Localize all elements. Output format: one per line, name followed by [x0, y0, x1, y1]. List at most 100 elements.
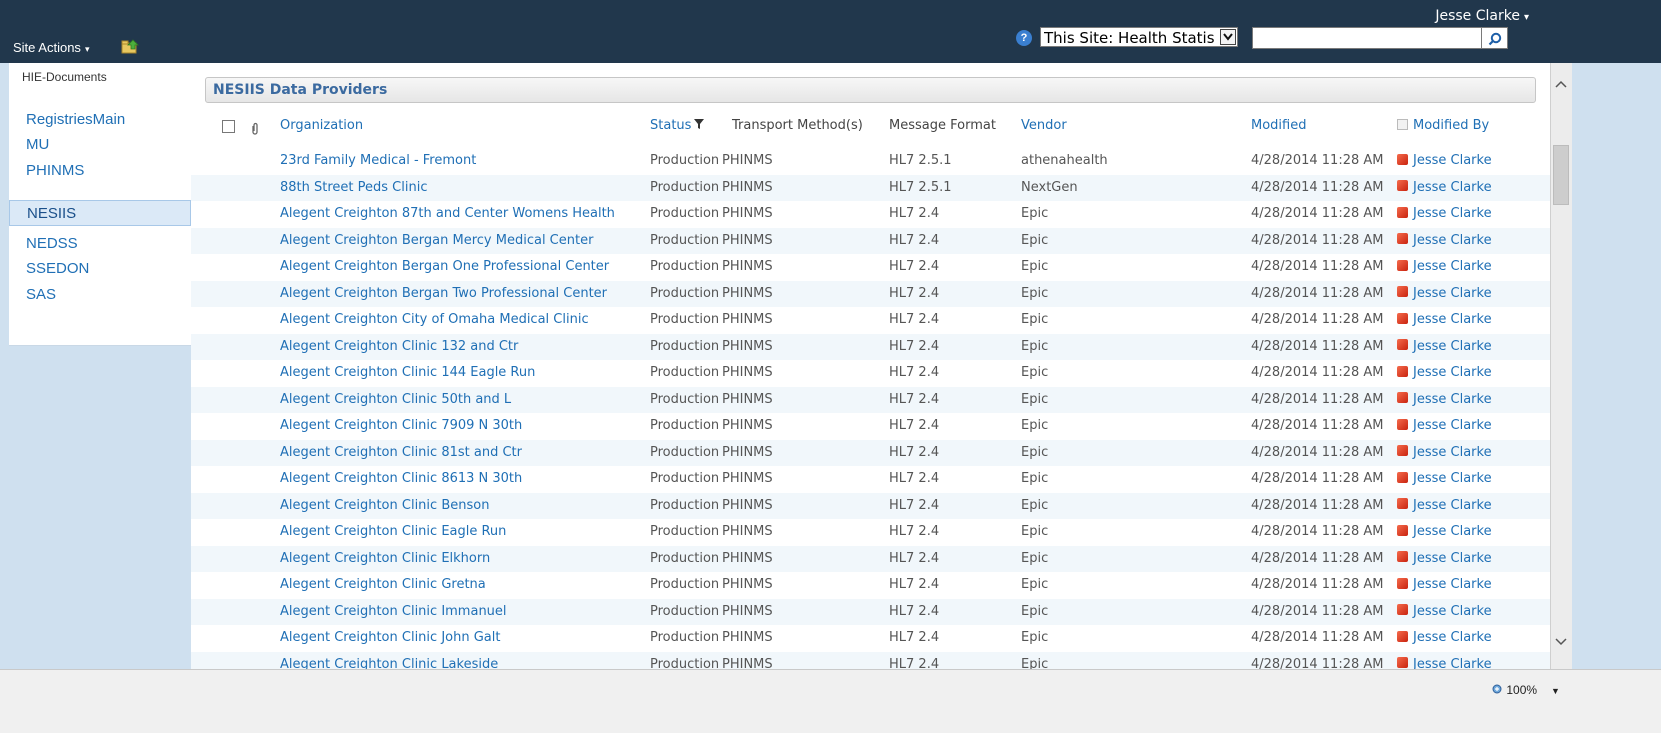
sidebar-item-nesiis[interactable]: NESIIS	[9, 200, 191, 226]
organization-link[interactable]: Alegent Creighton Clinic John Galt	[280, 630, 500, 645]
column-header-organization[interactable]: Organization	[280, 118, 363, 133]
table-row[interactable]: Alegent Creighton City of Omaha Medical …	[191, 307, 1550, 334]
modified-by-cell[interactable]: Jesse Clarke	[1397, 365, 1492, 380]
presence-icon[interactable]	[1397, 339, 1408, 350]
organization-link[interactable]: 23rd Family Medical - Fremont	[280, 153, 476, 168]
table-row[interactable]: Alegent Creighton Clinic Elkhorn Producti…	[191, 545, 1550, 572]
table-row[interactable]: Alegent Creighton 87th and Center Womens…	[191, 201, 1550, 228]
modified-by-cell[interactable]: Jesse Clarke	[1397, 206, 1492, 221]
modified-by-cell[interactable]: Jesse Clarke	[1397, 312, 1492, 327]
presence-icon[interactable]	[1397, 286, 1408, 297]
modified-by-link[interactable]: Jesse Clarke	[1413, 233, 1492, 248]
presence-icon[interactable]	[1397, 180, 1408, 191]
column-header-format[interactable]: Message Format	[889, 118, 996, 133]
organization-link[interactable]: Alegent Creighton Clinic 8613 N 30th	[280, 471, 522, 486]
modified-by-cell[interactable]: Jesse Clarke	[1397, 233, 1492, 248]
presence-icon[interactable]	[1397, 630, 1408, 642]
modified-by-link[interactable]: Jesse Clarke	[1413, 445, 1492, 460]
scroll-down-icon[interactable]	[1554, 637, 1568, 647]
column-header-modified[interactable]: Modified	[1251, 118, 1306, 133]
table-row[interactable]: Alegent Creighton Clinic 50th and L Produ…	[191, 386, 1550, 413]
modified-by-cell[interactable]: Jesse Clarke	[1397, 498, 1492, 513]
modified-by-cell[interactable]: Jesse Clarke	[1397, 551, 1492, 566]
modified-by-link[interactable]: Jesse Clarke	[1413, 206, 1492, 221]
modified-by-link[interactable]: Jesse Clarke	[1413, 365, 1492, 380]
modified-by-link[interactable]: Jesse Clarke	[1413, 339, 1492, 354]
organization-link[interactable]: Alegent Creighton Clinic Gretna	[280, 577, 486, 592]
vertical-scrollbar[interactable]	[1550, 63, 1572, 669]
sidebar-item-sas[interactable]: SAS	[9, 282, 191, 308]
organization-link[interactable]: Alegent Creighton City of Omaha Medical …	[280, 312, 589, 327]
site-actions-menu[interactable]: Site Actions ▾	[13, 40, 89, 55]
modified-by-cell[interactable]: Jesse Clarke	[1397, 445, 1492, 460]
table-row[interactable]: Alegent Creighton Clinic 8613 N 30th Prod…	[191, 466, 1550, 493]
presence-icon[interactable]	[1397, 418, 1408, 430]
table-row[interactable]: Alegent Creighton Clinic 132 and Ctr Prod…	[191, 333, 1550, 360]
organization-link[interactable]: Alegent Creighton Clinic Elkhorn	[280, 551, 490, 566]
table-row[interactable]: Alegent Creighton Clinic John Galt Produc…	[191, 625, 1550, 652]
presence-icon[interactable]	[1397, 604, 1408, 615]
search-button[interactable]	[1482, 27, 1508, 49]
organization-link[interactable]: Alegent Creighton 87th and Center Womens…	[280, 206, 615, 221]
modified-by-link[interactable]: Jesse Clarke	[1413, 259, 1492, 274]
presence-icon[interactable]	[1397, 392, 1408, 403]
modified-by-cell[interactable]: Jesse Clarke	[1397, 286, 1492, 301]
modified-by-cell[interactable]: Jesse Clarke	[1397, 577, 1492, 592]
table-row[interactable]: Alegent Creighton Bergan One Professiona…	[191, 254, 1550, 281]
table-row[interactable]: Alegent Creighton Bergan Two Professiona…	[191, 280, 1550, 307]
modified-by-link[interactable]: Jesse Clarke	[1413, 630, 1492, 645]
modified-by-link[interactable]: Jesse Clarke	[1413, 153, 1492, 168]
table-row[interactable]: Alegent Creighton Clinic Lakeside Product…	[191, 651, 1550, 670]
column-header-status[interactable]: Status	[650, 118, 705, 133]
presence-icon[interactable]	[1397, 551, 1408, 562]
organization-link[interactable]: Alegent Creighton Bergan Two Professiona…	[280, 286, 607, 301]
organization-link[interactable]: Alegent Creighton Clinic Eagle Run	[280, 524, 506, 539]
modified-by-cell[interactable]: Jesse Clarke	[1397, 153, 1492, 168]
sidebar-item-ssedon[interactable]: SSEDON	[9, 256, 191, 282]
table-row[interactable]: 88th Street Peds Clinic Production PHINMS H…	[191, 174, 1550, 201]
sidebar-item-mu[interactable]: MU	[9, 132, 191, 158]
organization-link[interactable]: Alegent Creighton Clinic 7909 N 30th	[280, 418, 522, 433]
modified-by-cell[interactable]: Jesse Clarke	[1397, 418, 1492, 433]
presence-icon[interactable]	[1397, 153, 1408, 165]
scrollbar-thumb[interactable]	[1553, 145, 1569, 205]
modified-by-cell[interactable]: Jesse Clarke	[1397, 339, 1492, 354]
table-row[interactable]: Alegent Creighton Clinic 81st and Ctr Pro…	[191, 439, 1550, 466]
modified-by-cell[interactable]: Jesse Clarke	[1397, 471, 1492, 486]
modified-by-link[interactable]: Jesse Clarke	[1413, 551, 1492, 566]
organization-link[interactable]: Alegent Creighton Clinic 132 and Ctr	[280, 339, 518, 354]
modified-by-link[interactable]: Jesse Clarke	[1413, 392, 1492, 407]
presence-icon[interactable]	[1397, 498, 1408, 509]
column-header-modified-by[interactable]: Modified By	[1397, 118, 1489, 133]
help-icon[interactable]: ?	[1016, 30, 1032, 46]
modified-by-link[interactable]: Jesse Clarke	[1413, 180, 1492, 195]
search-scope-select[interactable]: This Site: Health Statist	[1040, 27, 1238, 47]
modified-by-cell[interactable]: Jesse Clarke	[1397, 604, 1492, 619]
presence-icon[interactable]	[1397, 233, 1408, 244]
modified-by-cell[interactable]: Jesse Clarke	[1397, 180, 1492, 195]
table-row[interactable]: Alegent Creighton Clinic 7909 N 30th Prod…	[191, 413, 1550, 440]
column-header-vendor[interactable]: Vendor	[1021, 118, 1067, 133]
zoom-control[interactable]: 100% ▼	[1492, 683, 1560, 697]
organization-link[interactable]: Alegent Creighton Clinic 144 Eagle Run	[280, 365, 535, 380]
presence-icon[interactable]	[1397, 471, 1408, 483]
presence-icon[interactable]	[1397, 445, 1408, 456]
list-title[interactable]: NESIIS Data Providers	[213, 82, 387, 98]
table-row[interactable]: Alegent Creighton Clinic Eagle Run Produc…	[191, 519, 1550, 546]
table-row[interactable]: Alegent Creighton Clinic 144 Eagle Run Pr…	[191, 360, 1550, 387]
modified-by-cell[interactable]: Jesse Clarke	[1397, 630, 1492, 645]
organization-link[interactable]: Alegent Creighton Clinic 50th and L	[280, 392, 511, 407]
presence-icon[interactable]	[1397, 259, 1408, 271]
sidebar-item-registriesmain[interactable]: RegistriesMain	[9, 107, 191, 133]
presence-icon[interactable]	[1397, 524, 1408, 536]
modified-by-cell[interactable]: Jesse Clarke	[1397, 657, 1492, 669]
organization-link[interactable]: Alegent Creighton Clinic Benson	[280, 498, 489, 513]
select-all-checkbox[interactable]	[222, 120, 235, 133]
organization-link[interactable]: Alegent Creighton Bergan One Professiona…	[280, 259, 609, 274]
modified-by-link[interactable]: Jesse Clarke	[1413, 498, 1492, 513]
table-row[interactable]: 23rd Family Medical - Fremont Production P…	[191, 148, 1550, 175]
organization-link[interactable]: Alegent Creighton Clinic 81st and Ctr	[280, 445, 522, 460]
organization-link[interactable]: Alegent Creighton Clinic Lakeside	[280, 657, 498, 670]
modified-by-cell[interactable]: Jesse Clarke	[1397, 392, 1492, 407]
modified-by-link[interactable]: Jesse Clarke	[1413, 286, 1492, 301]
